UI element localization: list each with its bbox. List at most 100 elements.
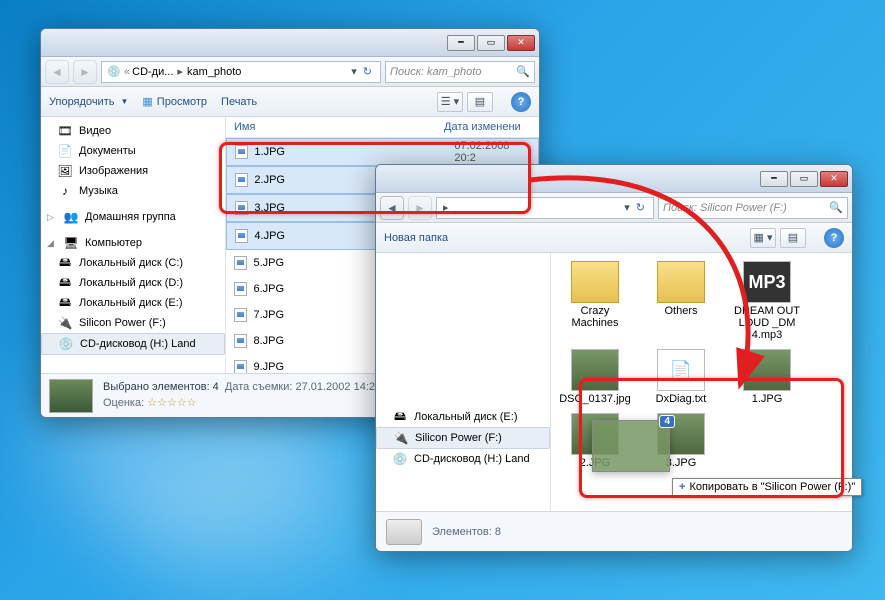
drag-count-badge: 4 bbox=[659, 415, 675, 428]
file-icon bbox=[234, 360, 247, 373]
file-date: 07.02.2008 20:2 bbox=[454, 140, 530, 164]
preview-thumbnail bbox=[49, 379, 93, 413]
grid-item-label: DSC_0137.jpg bbox=[559, 393, 631, 405]
drive-icon: 🖴 bbox=[57, 295, 73, 311]
nav-homegroup[interactable]: ▷👥Домашняя группа bbox=[41, 207, 225, 227]
new-folder-button[interactable]: Новая папка bbox=[384, 232, 448, 244]
nav-documents[interactable]: 📄Документы bbox=[41, 141, 225, 161]
file-icon bbox=[235, 173, 248, 187]
grid-item[interactable]: Crazy Machines bbox=[559, 261, 631, 341]
navigation-pane: 🖴Локальный диск (E:) 🔌Silicon Power (F:)… bbox=[376, 253, 551, 511]
txt-icon: 📄 bbox=[657, 349, 705, 391]
nav-drive-h[interactable]: 💿CD-дисковод (H:) Land bbox=[376, 449, 550, 469]
minimize-button[interactable]: ━ bbox=[447, 35, 475, 51]
preview-button[interactable]: ▦Просмотр bbox=[142, 95, 207, 108]
search-input[interactable]: Поиск: Silicon Power (F:) 🔍 bbox=[658, 197, 848, 219]
file-icon bbox=[235, 201, 248, 215]
crumb-segment[interactable]: CD-ди... bbox=[132, 66, 173, 78]
nav-drive-c[interactable]: 🖴Локальный диск (C:) bbox=[41, 253, 225, 273]
grid-item[interactable]: 📄 DxDiag.txt bbox=[645, 349, 717, 405]
grid-item[interactable]: 1.JPG bbox=[731, 349, 803, 405]
nav-drive-d[interactable]: 🖴Локальный диск (D:) bbox=[41, 273, 225, 293]
file-row[interactable]: 1.JPG 07.02.2008 20:2 bbox=[226, 138, 539, 166]
file-icon bbox=[234, 256, 247, 270]
back-button[interactable]: ◄ bbox=[380, 196, 404, 220]
breadcrumb[interactable]: 💿 « CD-ди... ▸ kam_photo ▾ ↻ bbox=[101, 61, 381, 83]
close-button[interactable]: ✕ bbox=[820, 171, 848, 187]
address-bar-row: ◄ ► ▸ ▾ ↻ Поиск: Silicon Power (F:) 🔍 bbox=[376, 193, 852, 223]
help-button[interactable]: ? bbox=[824, 228, 844, 248]
grid-item-label: Crazy Machines bbox=[559, 305, 631, 329]
grid-item-label: Others bbox=[645, 305, 717, 317]
drive-icon: 🖴 bbox=[57, 255, 73, 271]
grid-item-label: DREAM OUT LOUD _DM 4.mp3 bbox=[731, 305, 803, 341]
usb-icon: 🔌 bbox=[393, 430, 409, 446]
file-grid[interactable]: Crazy Machines Others MP3DREAM OUT LOUD _D… bbox=[551, 253, 852, 511]
nav-computer[interactable]: ◢🖥Компьютер bbox=[41, 233, 225, 253]
preview-pane-button[interactable]: ▤ bbox=[780, 228, 806, 248]
nav-videos[interactable]: 🎞Видео bbox=[41, 121, 225, 141]
column-date[interactable]: Дата изменени bbox=[444, 121, 521, 133]
drive-icon: 🖴 bbox=[392, 409, 408, 425]
help-button[interactable]: ? bbox=[511, 92, 531, 112]
search-icon: 🔍 bbox=[829, 201, 843, 214]
folder-icon bbox=[571, 261, 619, 303]
address-bar-row: ◄ ► 💿 « CD-ди... ▸ kam_photo ▾ ↻ Поиск: … bbox=[41, 57, 539, 87]
file-icon bbox=[234, 308, 247, 322]
drive-icon bbox=[386, 519, 422, 545]
grid-item[interactable]: DSC_0137.jpg bbox=[559, 349, 631, 405]
file-name: 1.JPG bbox=[254, 146, 448, 158]
grid-item[interactable]: Others bbox=[645, 261, 717, 341]
music-icon: ♪ bbox=[57, 183, 73, 199]
back-button[interactable]: ◄ bbox=[45, 60, 69, 84]
view-mode-button[interactable]: ▦ ▾ bbox=[750, 228, 776, 248]
folder-icon bbox=[657, 261, 705, 303]
drop-tooltip: +Копировать в "Silicon Power (F:)" bbox=[672, 478, 862, 496]
grid-item[interactable]: MP3DREAM OUT LOUD _DM 4.mp3 bbox=[731, 261, 803, 341]
grid-item-label: DxDiag.txt bbox=[645, 393, 717, 405]
image-icon: 🖼 bbox=[57, 163, 73, 179]
cd-icon: 💿 bbox=[58, 336, 74, 352]
column-name[interactable]: Имя bbox=[234, 121, 444, 133]
preview-pane-button[interactable]: ▤ bbox=[467, 92, 493, 112]
titlebar[interactable]: ━ ▭ ✕ bbox=[41, 29, 539, 57]
grid-item-label: 1.JPG bbox=[731, 393, 803, 405]
computer-icon: 🖥 bbox=[63, 235, 79, 251]
disc-icon: 💿 bbox=[106, 64, 122, 80]
nav-music[interactable]: ♪Музыка bbox=[41, 181, 225, 201]
minimize-button[interactable]: ━ bbox=[760, 171, 788, 187]
file-icon bbox=[234, 282, 247, 296]
maximize-button[interactable]: ▭ bbox=[790, 171, 818, 187]
toolbar: Упорядочить▼ ▦Просмотр Печать ☰ ▾ ▤ ? bbox=[41, 87, 539, 117]
drive-icon: 🖴 bbox=[57, 275, 73, 291]
nav-drive-e[interactable]: 🖴Локальный диск (E:) bbox=[376, 407, 550, 427]
search-input[interactable]: Поиск: kam_photo 🔍 bbox=[385, 61, 535, 83]
nav-images[interactable]: 🖼Изображения bbox=[41, 161, 225, 181]
titlebar[interactable]: ━ ▭ ✕ bbox=[376, 165, 852, 193]
nav-drive-h[interactable]: 💿CD-дисковод (H:) Land bbox=[41, 333, 225, 355]
nav-drive-f[interactable]: 🔌Silicon Power (F:) bbox=[41, 313, 225, 333]
mp3-icon: MP3 bbox=[743, 261, 791, 303]
organize-button[interactable]: Упорядочить▼ bbox=[49, 96, 128, 108]
nav-drive-e[interactable]: 🖴Локальный диск (E:) bbox=[41, 293, 225, 313]
toolbar: Новая папка ▦ ▾ ▤ ? bbox=[376, 223, 852, 253]
video-icon: 🎞 bbox=[57, 123, 73, 139]
breadcrumb[interactable]: ▸ ▾ ↻ bbox=[436, 197, 654, 219]
maximize-button[interactable]: ▭ bbox=[477, 35, 505, 51]
nav-drive-f[interactable]: 🔌Silicon Power (F:) bbox=[376, 427, 550, 449]
file-icon bbox=[235, 145, 248, 159]
cd-icon: 💿 bbox=[392, 451, 408, 467]
navigation-pane: 🎞Видео 📄Документы 🖼Изображения ♪Музыка ▷… bbox=[41, 117, 226, 373]
crumb-segment[interactable]: kam_photo bbox=[187, 66, 241, 78]
forward-button[interactable]: ► bbox=[408, 196, 432, 220]
photo-icon bbox=[743, 349, 791, 391]
homegroup-icon: 👥 bbox=[63, 209, 79, 225]
print-button[interactable]: Печать bbox=[221, 96, 257, 108]
view-mode-button[interactable]: ☰ ▾ bbox=[437, 92, 463, 112]
status-bar: Элементов: 8 bbox=[376, 511, 852, 551]
rating-stars[interactable]: ☆☆☆☆☆ bbox=[147, 397, 196, 409]
close-button[interactable]: ✕ bbox=[507, 35, 535, 51]
status-selected-count: Выбрано элементов: 4 bbox=[103, 381, 219, 393]
forward-button[interactable]: ► bbox=[73, 60, 97, 84]
column-headers[interactable]: Имя Дата изменени bbox=[226, 117, 539, 138]
